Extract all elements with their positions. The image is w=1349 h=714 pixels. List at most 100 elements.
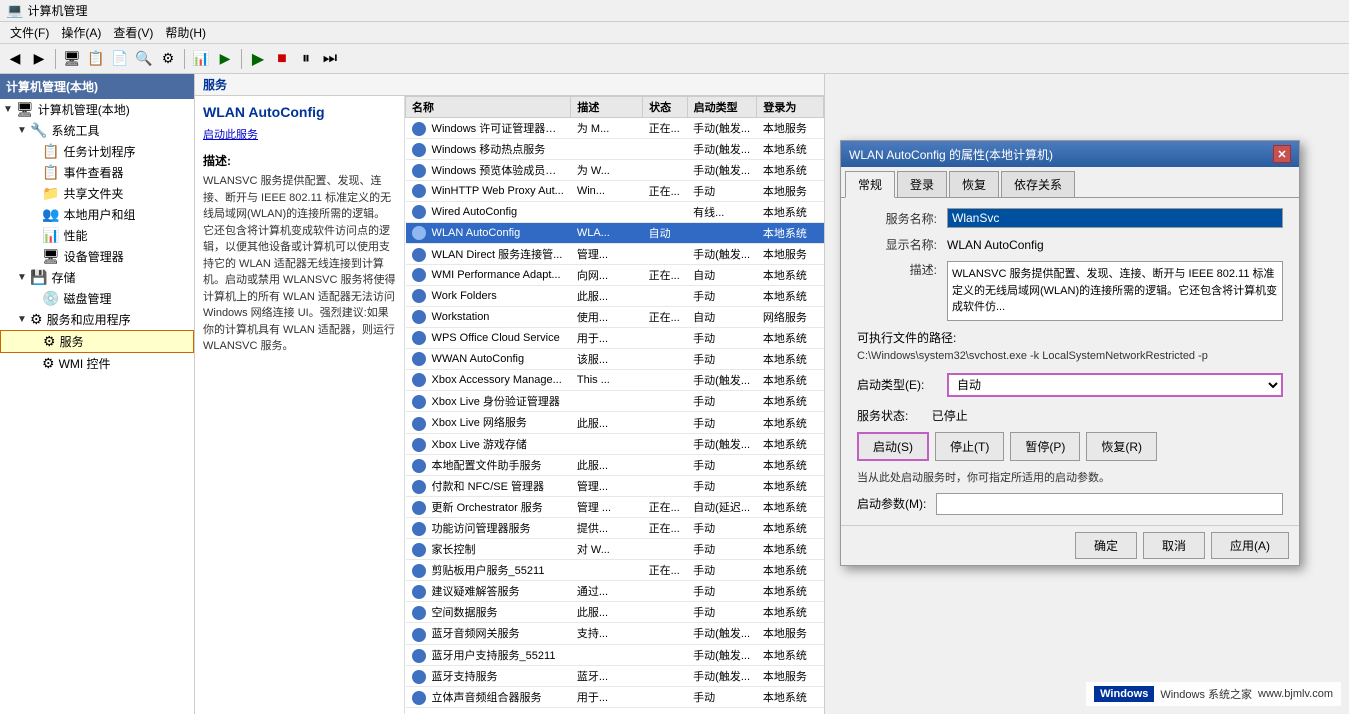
ok-button[interactable]: 确定: [1075, 532, 1137, 559]
table-row[interactable]: WinHTTP Web Proxy Aut... Win... 正在... 手动…: [406, 181, 824, 202]
dialog-close-button[interactable]: ✕: [1273, 145, 1291, 163]
table-row[interactable]: 本地配置文件助手服务 此服... 手动 本地系统: [406, 454, 824, 475]
toolbar-forward[interactable]: ▶: [28, 48, 50, 70]
cell-name: Wired AutoConfig: [406, 202, 571, 223]
tree-item-task[interactable]: ▷ 📋 任务计划程序: [0, 141, 194, 162]
table-row[interactable]: 空间数据服务 此服... 手动 本地系统: [406, 602, 824, 623]
start-button[interactable]: 启动(S): [857, 432, 929, 461]
table-row[interactable]: 蓝牙支持服务 蓝牙... 手动(触发... 本地服务: [406, 665, 824, 686]
stop-button[interactable]: 停止(T): [935, 432, 1004, 461]
cell-desc: [571, 560, 643, 581]
col-header-desc[interactable]: 描述: [571, 97, 643, 118]
tab-general[interactable]: 常规: [845, 171, 895, 198]
tree-item-services[interactable]: ▷ ⚙ 服务: [0, 330, 194, 353]
toolbar-stop[interactable]: ■: [271, 48, 293, 70]
table-row[interactable]: WMI Performance Adapt... 向网... 正在... 自动 …: [406, 265, 824, 286]
toolbar-btn6[interactable]: 📊: [190, 48, 212, 70]
table-row[interactable]: Xbox Live 身份验证管理器 手动 本地系统: [406, 391, 824, 412]
table-row[interactable]: Windows 预览体验成员服务 为 W... 手动(触发... 本地系统: [406, 160, 824, 181]
tree-item-shared[interactable]: ▷ 📁 共享文件夹: [0, 183, 194, 204]
table-row[interactable]: WWAN AutoConfig 该服... 手动 本地系统: [406, 349, 824, 370]
tree-item-disk[interactable]: ▷ 💿 磁盘管理: [0, 288, 194, 309]
tree-item-wmi[interactable]: ▷ ⚙ WMI 控件: [0, 353, 194, 374]
tree-item-dev[interactable]: ▷ 🖥 设备管理器: [0, 246, 194, 267]
expand-services-app[interactable]: ▼: [16, 314, 28, 326]
cell-login: 本地系统: [757, 202, 824, 223]
tree-item-storage[interactable]: ▼ 💾 存储: [0, 267, 194, 288]
cell-login: 本地系统: [757, 602, 824, 623]
param-label: 启动参数(M):: [857, 495, 926, 512]
table-row[interactable]: 立体声音频组合器服务 用于... 手动 本地系统: [406, 686, 824, 707]
toolbar-pause[interactable]: ⏸: [295, 48, 317, 70]
toolbar-btn4[interactable]: 🔍: [133, 48, 155, 70]
table-row[interactable]: WLAN Direct 服务连接管... 管理... 手动(触发... 本地服务: [406, 244, 824, 265]
col-header-status[interactable]: 状态: [643, 97, 688, 118]
cell-status: [643, 244, 688, 265]
dialog-desc-area[interactable]: WLANSVC 服务提供配置、发现、连接、断开与 IEEE 802.11 标准定…: [947, 261, 1283, 321]
tree-item-event[interactable]: ▷ 📋 事件查看器: [0, 162, 194, 183]
toolbar-play[interactable]: ▶: [247, 48, 269, 70]
table-row[interactable]: WLAN AutoConfig WLA... 自动 本地系统: [406, 223, 824, 244]
toolbar-btn3[interactable]: 📄: [109, 48, 131, 70]
toolbar-btn1[interactable]: 🖥: [61, 48, 83, 70]
apply-button[interactable]: 应用(A): [1211, 532, 1289, 559]
menu-help[interactable]: 帮助(H): [159, 22, 212, 43]
startup-type-select[interactable]: 自动 手动 禁用 自动(延迟启动): [947, 373, 1283, 397]
table-row[interactable]: WPS Office Cloud Service 用于... 手动 本地系统: [406, 328, 824, 349]
tab-dependencies[interactable]: 依存关系: [1001, 171, 1075, 197]
cell-name: WLAN Direct 服务连接管...: [406, 244, 571, 265]
tree-item-users[interactable]: ▷ 👥 本地用户和组: [0, 204, 194, 225]
watermark-logo: Windows: [1094, 686, 1154, 702]
menu-view[interactable]: 查看(V): [107, 22, 159, 43]
table-row[interactable]: Xbox Accessory Manage... This ... 手动(触发.…: [406, 370, 824, 391]
cell-login: 本地服务: [757, 244, 824, 265]
table-row[interactable]: Windows 移动热点服务 手动(触发... 本地系统: [406, 139, 824, 160]
toolbar-btn5[interactable]: ⚙: [157, 48, 179, 70]
table-row[interactable]: Workstation 使用... 正在... 自动 网络服务: [406, 307, 824, 328]
cancel-button[interactable]: 取消: [1143, 532, 1205, 559]
col-header-login[interactable]: 登录为: [757, 97, 824, 118]
service-info-panel: WLAN AutoConfig 启动此服务 描述: WLANSVC 服务提供配置…: [195, 96, 405, 714]
col-header-startup[interactable]: 启动类型: [687, 97, 757, 118]
expand-storage[interactable]: ▼: [16, 272, 28, 284]
table-row[interactable]: 蓝牙用户支持服务_55211 手动(触发... 本地系统: [406, 644, 824, 665]
table-row[interactable]: 蓝牙音频网关服务 支持... 手动(触发... 本地服务: [406, 623, 824, 644]
table-row[interactable]: Work Folders 此服... 手动 本地系统: [406, 286, 824, 307]
expand-systools[interactable]: ▼: [16, 125, 28, 137]
menu-file[interactable]: 文件(F): [4, 22, 55, 43]
table-row[interactable]: 付款和 NFC/SE 管理器 管理... 手动 本地系统: [406, 475, 824, 496]
cell-status: 正在...: [643, 517, 688, 538]
table-row[interactable]: 剪贴板用户服务_55211 正在... 手动 本地系统: [406, 560, 824, 581]
cell-name: Windows 移动热点服务: [406, 139, 571, 160]
table-row[interactable]: 建议疑难解答服务 通过... 手动 本地系统: [406, 581, 824, 602]
col-header-name[interactable]: 名称: [406, 97, 571, 118]
toolbar-btn2[interactable]: 📋: [85, 48, 107, 70]
table-row[interactable]: Xbox Live 游戏存储 手动(触发... 本地系统: [406, 433, 824, 454]
service-name-value[interactable]: WlanSvc: [947, 208, 1283, 228]
tab-recovery[interactable]: 恢复: [949, 171, 999, 197]
service-action-link[interactable]: 启动此服务: [203, 129, 258, 141]
toolbar-back[interactable]: ◀: [4, 48, 26, 70]
tree-item-systools[interactable]: ▼ 🔧 系统工具: [0, 120, 194, 141]
tree-item-perf[interactable]: ▷ 📊 性能: [0, 225, 194, 246]
tree-item-services-app[interactable]: ▼ ⚙ 服务和应用程序: [0, 309, 194, 330]
toolbar-btn7[interactable]: ▶: [214, 48, 236, 70]
cell-startup: 手动: [687, 517, 757, 538]
cell-login: 本地服务: [757, 181, 824, 202]
services-list[interactable]: 名称 描述 状态 启动类型 登录为 Windows 许可证管理器服务 为 M..…: [405, 96, 824, 714]
table-row[interactable]: Windows 许可证管理器服务 为 M... 正在... 手动(触发... 本…: [406, 118, 824, 139]
toolbar-step[interactable]: ⏭: [319, 48, 341, 70]
cell-startup: 手动: [687, 391, 757, 412]
table-row[interactable]: 功能访问管理器服务 提供... 正在... 手动 本地系统: [406, 517, 824, 538]
table-row[interactable]: 家长控制 对 W... 手动 本地系统: [406, 539, 824, 560]
table-row[interactable]: Wired AutoConfig 有线... 本地系统: [406, 202, 824, 223]
resume-button[interactable]: 恢复(R): [1086, 432, 1157, 461]
menu-action[interactable]: 操作(A): [55, 22, 107, 43]
pause-button[interactable]: 暂停(P): [1010, 432, 1080, 461]
expand-root[interactable]: ▼: [2, 104, 14, 116]
table-row[interactable]: Xbox Live 网络服务 此服... 手动 本地系统: [406, 412, 824, 433]
param-input[interactable]: [936, 493, 1283, 515]
tab-login[interactable]: 登录: [897, 171, 947, 197]
tree-item-root[interactable]: ▼ 🖥 计算机管理(本地): [0, 99, 194, 120]
table-row[interactable]: 更新 Orchestrator 服务 管理 ... 正在... 自动(延迟...…: [406, 496, 824, 517]
